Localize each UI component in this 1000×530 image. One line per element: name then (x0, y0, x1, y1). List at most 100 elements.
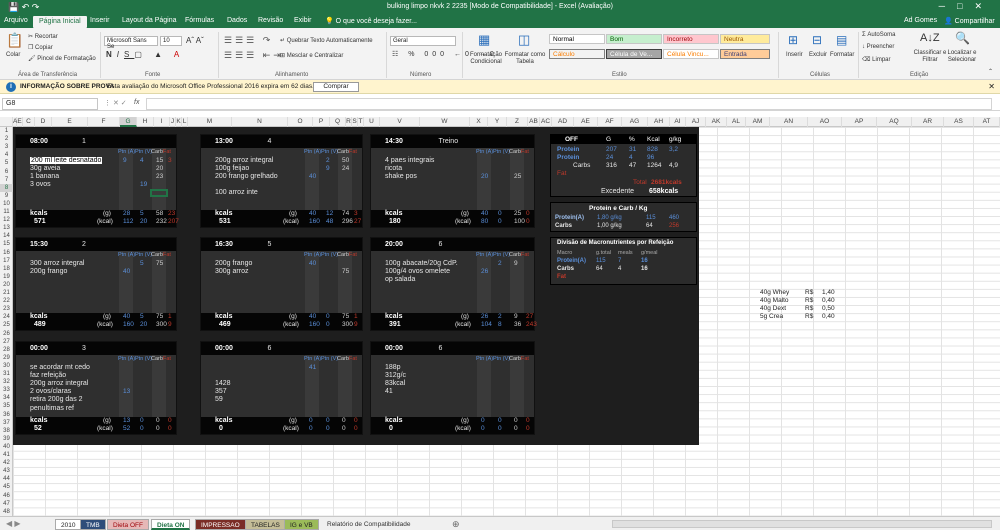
find-select-icon[interactable]: 🔍 (955, 31, 970, 45)
row-header[interactable]: 19 (0, 273, 13, 281)
sheet-tab-dieta-off[interactable]: Dieta OFF (107, 519, 149, 530)
macro-cell[interactable]: 40 (309, 260, 316, 267)
row-header[interactable]: 38 (0, 427, 13, 435)
food-item[interactable]: 59 (215, 396, 223, 403)
price-cell[interactable]: 40g Dext (760, 305, 786, 312)
column-header[interactable]: AM (746, 117, 770, 127)
row-header[interactable]: 21 (0, 289, 13, 297)
row-header[interactable]: 16 (0, 249, 13, 257)
row-header[interactable]: 8 (0, 183, 13, 192)
food-item[interactable]: 100g abacate/20g CdP. (385, 260, 458, 267)
food-item[interactable]: 357 (215, 388, 227, 395)
sheet-tab-ig-vb[interactable]: IG e VB (284, 519, 319, 530)
column-header[interactable]: AK (706, 117, 727, 127)
food-item[interactable]: 200g arroz integral (30, 380, 88, 387)
macro-cell[interactable]: 9 (123, 157, 127, 164)
row-header[interactable]: 4 (0, 151, 13, 159)
sheet-tab-relatorio[interactable]: Relatório de Compatibilidade (322, 519, 416, 530)
insert-cells-icon[interactable]: ⊞ (788, 33, 798, 47)
delete-cells-button[interactable]: Excluir (809, 52, 827, 58)
wrap-text-button[interactable]: ↵ Quebrar Texto Automaticamente (280, 37, 373, 44)
column-header[interactable]: E (52, 117, 88, 127)
macro-cell[interactable]: 13 (123, 388, 130, 395)
row-header[interactable]: 22 (0, 297, 13, 305)
share-button[interactable]: 👤 Compartilhar (944, 17, 995, 25)
column-header[interactable]: AE (574, 117, 598, 127)
column-header[interactable]: AC (540, 117, 552, 127)
macro-cell[interactable]: 19 (140, 181, 147, 188)
food-item[interactable]: 200g arroz integral (215, 157, 273, 164)
column-header[interactable]: AS (944, 117, 974, 127)
style-celula-vinculada[interactable]: Célula Vincu... (663, 49, 719, 59)
format-as-table-button[interactable]: Formatar como Tabela (502, 52, 548, 66)
column-header[interactable]: P (313, 117, 330, 127)
row-header[interactable]: 47 (0, 500, 13, 508)
row-header[interactable]: 35 (0, 402, 13, 410)
food-item[interactable]: 312g/c (385, 372, 406, 379)
food-item[interactable]: se acordar mt cedo (30, 364, 90, 371)
row-header[interactable]: 18 (0, 265, 13, 273)
column-header[interactable]: AR (912, 117, 944, 127)
food-item[interactable]: faz refeição (30, 372, 66, 379)
row-header[interactable]: 29 (0, 354, 13, 362)
column-header[interactable]: AN (770, 117, 808, 127)
row-header[interactable]: 26 (0, 330, 13, 338)
price-cell[interactable]: 1,40 (822, 289, 835, 296)
paste-button[interactable]: Colar (6, 52, 20, 58)
row-header[interactable]: 34 (0, 394, 13, 402)
price-cell[interactable]: R$ (805, 289, 813, 296)
macro-cell[interactable]: 25 (514, 173, 521, 180)
formula-input[interactable] (146, 98, 992, 110)
style-bom[interactable]: Bom (606, 34, 662, 44)
row-header[interactable]: 13 (0, 224, 13, 232)
row-header[interactable]: 41 (0, 451, 13, 459)
food-item[interactable]: 100g feijao (215, 165, 249, 172)
column-header[interactable]: X (470, 117, 488, 127)
food-item[interactable]: 100 arroz inte (215, 189, 258, 196)
find-select-button[interactable]: Localizar e Selecionar (942, 50, 982, 64)
row-header[interactable]: 1 (0, 127, 13, 135)
style-entrada[interactable]: Entrada (720, 49, 770, 59)
tab-arquivo[interactable]: Arquivo (4, 17, 28, 24)
macro-cell[interactable]: 4 (140, 157, 144, 164)
tab-pagina-inicial[interactable]: Página Inicial (33, 16, 87, 28)
conditional-format-icon[interactable]: ▦ (478, 32, 490, 48)
row-header[interactable]: 45 (0, 483, 13, 491)
row-header[interactable]: 31 (0, 370, 13, 378)
food-item[interactable]: 30g aveia (30, 165, 60, 172)
tab-inserir[interactable]: Inserir (90, 17, 109, 24)
font-name-select[interactable]: Microsoft Sans Se (104, 36, 158, 50)
food-item[interactable]: shake pos (385, 173, 417, 180)
price-cell[interactable]: 0,50 (822, 305, 835, 312)
row-header[interactable]: 28 (0, 346, 13, 354)
column-header[interactable]: Y (488, 117, 507, 127)
column-header[interactable]: AL (727, 117, 746, 127)
column-header[interactable]: Z (507, 117, 528, 127)
column-header[interactable]: G (120, 117, 137, 127)
column-header[interactable]: AP (842, 117, 877, 127)
column-header[interactable]: N (232, 117, 288, 127)
horizontal-scrollbar[interactable] (612, 520, 992, 528)
row-header[interactable]: 12 (0, 216, 13, 224)
macro-cell[interactable]: 50 (342, 157, 349, 164)
price-cell[interactable]: R$ (805, 313, 813, 320)
format-painter-button[interactable]: 🖌 Pincel de Formatação (28, 55, 96, 62)
food-item[interactable]: 100g/4 ovos omelete (385, 268, 450, 275)
column-header[interactable]: AH (648, 117, 670, 127)
food-item[interactable]: 2 ovos/claras (30, 388, 71, 395)
row-header[interactable]: 14 (0, 232, 13, 240)
row-header[interactable]: 15 (0, 240, 13, 248)
price-cell[interactable]: R$ (805, 297, 813, 304)
row-header[interactable]: 46 (0, 492, 13, 500)
row-header[interactable]: 40 (0, 443, 13, 451)
macro-cell[interactable]: 20 (481, 173, 488, 180)
food-item[interactable]: 300 arroz integral (30, 260, 84, 267)
row-header[interactable]: 25 (0, 321, 13, 329)
format-table-icon[interactable]: ◫ (518, 32, 530, 48)
food-item[interactable]: 4 paes integrais (385, 157, 434, 164)
row-header[interactable]: 5 (0, 159, 13, 167)
row-header[interactable]: 3 (0, 143, 13, 151)
sheet-tab-impressao[interactable]: IMPRESSAO (195, 519, 246, 530)
food-item[interactable]: op salada (385, 276, 415, 283)
tab-layout[interactable]: Layout da Página (122, 17, 177, 24)
